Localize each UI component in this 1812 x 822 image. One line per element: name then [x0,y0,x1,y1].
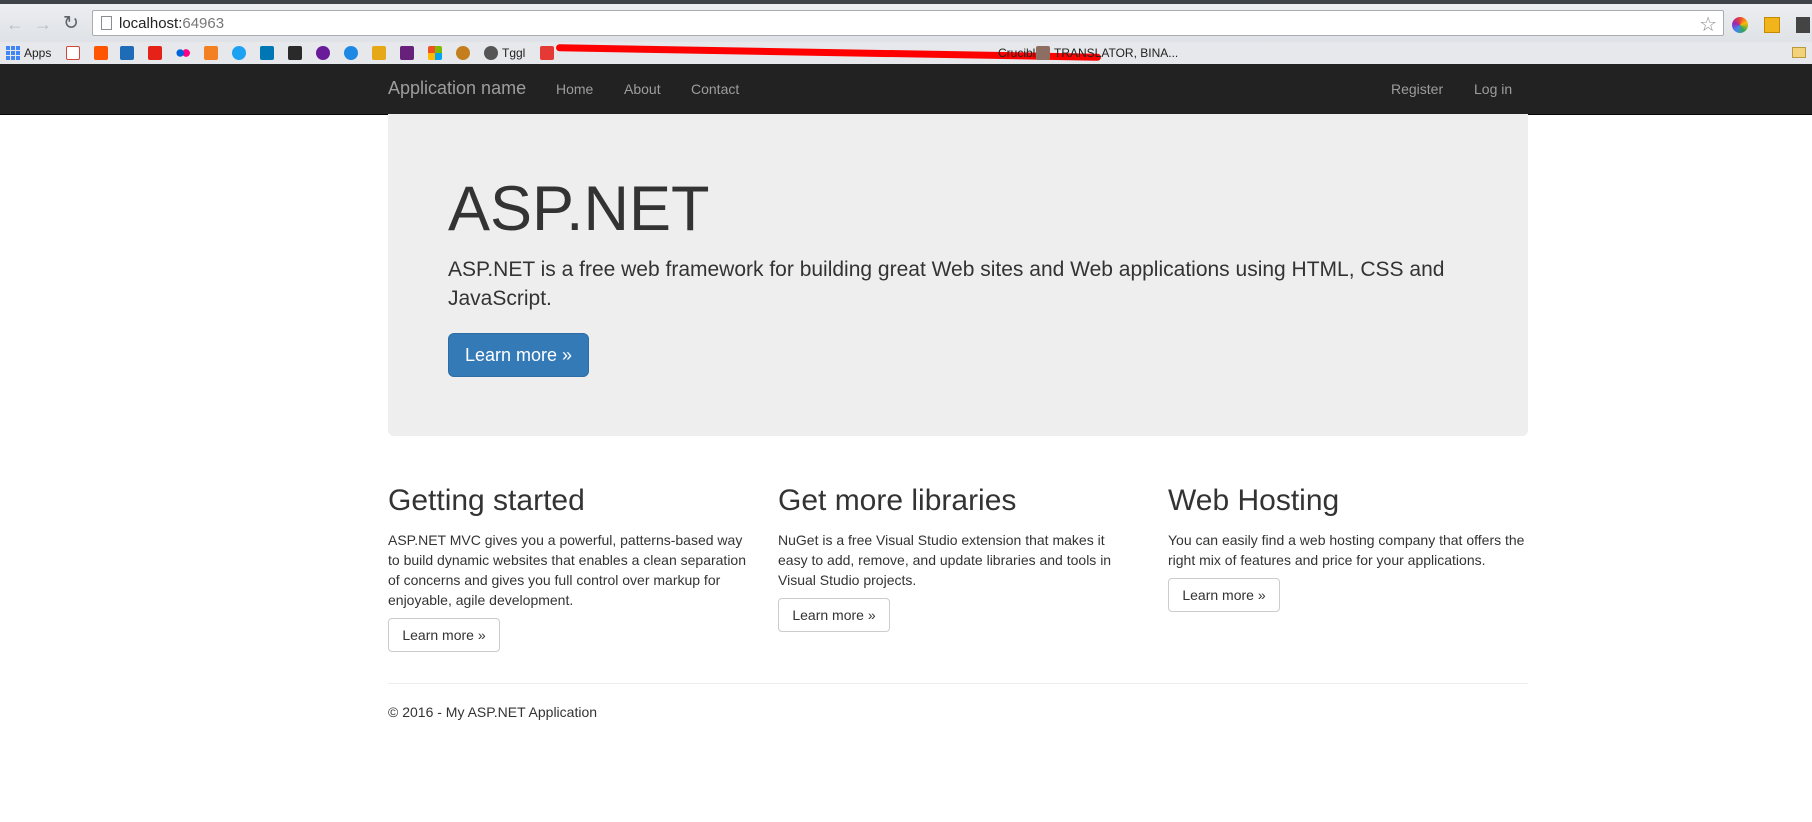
soundcloud-icon[interactable] [94,45,108,61]
nav-home[interactable]: Home [556,81,593,97]
nav-register[interactable]: Register [1391,81,1443,97]
gear-bookmark-icon[interactable] [456,45,470,61]
back-arrow-icon[interactable]: ← [6,15,24,33]
learn-more-libraries-button[interactable]: Learn more » [778,598,890,632]
bookmark-toggl[interactable]: Tggl [484,45,525,61]
bookmark-translator[interactable]: TRANSLATOR, BINA... [1036,45,1178,61]
column-heading: Web Hosting [1168,484,1340,517]
toggl-icon [484,46,498,60]
other-bookmarks-folder-icon[interactable] [1792,47,1806,58]
forward-arrow-icon[interactable]: → [34,15,52,33]
url-port: 64963 [182,15,225,32]
column-getting-started: Getting started ASP.NET MVC gives you a … [388,484,748,610]
jumbotron: ASP.NET ASP.NET is a free web framework … [388,114,1528,436]
dl-bookmark-icon[interactable] [120,45,134,61]
footer-text: © 2016 - My ASP.NET Application [388,704,598,720]
linkedin-icon[interactable] [260,45,274,61]
jumbotron-lead: ASP.NET is a free web framework for buil… [448,258,1445,310]
color-picker-extension-icon[interactable] [1732,17,1748,33]
learn-more-getting-started-button[interactable]: Learn more » [388,618,500,652]
column-text: NuGet is a free Visual Studio extension … [778,532,1112,588]
browser-toolbar: ← → ↻ localhost:64963 ☆ [0,4,1812,43]
twitter-icon[interactable] [232,45,246,61]
column-text: You can easily find a web hosting compan… [1168,532,1525,568]
bookmarks-bar: Apps Tggl Crucible TRANSLATOR, BINA... [0,42,1812,65]
url-host: localhost: [119,15,183,32]
address-bar[interactable]: localhost:64963 ☆ [92,10,1724,36]
reload-icon[interactable]: ↻ [62,14,80,33]
microsoft-icon[interactable] [428,45,442,61]
gmail-icon[interactable] [66,45,80,61]
bookmark-toggl-label: Tggl [502,46,526,60]
bookmark-translator-label: TRANSLATOR, BINA... [1054,46,1179,60]
nav-login[interactable]: Log in [1474,81,1512,97]
menu-icon[interactable] [1796,17,1810,33]
apps-grid-icon [6,46,20,60]
column-heading: Get more libraries [778,484,1017,517]
st-bookmark-icon[interactable] [288,45,302,61]
jumbotron-title: ASP.NET [448,174,710,244]
extension-icon[interactable] [1764,17,1780,33]
flickr-icon[interactable] [176,45,190,61]
bookmark-apps[interactable]: Apps [6,45,51,61]
red-bookmark-icon[interactable] [540,45,554,61]
share-bookmark-icon[interactable] [344,45,358,61]
learn-more-primary-button[interactable]: Learn more » [448,333,589,377]
column-heading: Getting started [388,484,585,517]
column-get-more-libraries: Get more libraries NuGet is a free Visua… [778,484,1138,590]
footer-divider [388,683,1528,684]
box-bookmark-icon[interactable] [372,45,386,61]
column-web-hosting: Web Hosting You can easily find a web ho… [1168,484,1528,570]
nav-about[interactable]: About [624,81,661,97]
learn-more-hosting-button[interactable]: Learn more » [1168,578,1280,612]
site-navbar: Application name Home About Contact Regi… [0,64,1812,115]
youtube-icon[interactable] [148,45,162,61]
navbar-brand[interactable]: Application name [388,78,526,99]
column-text: ASP.NET MVC gives you a powerful, patter… [388,532,746,608]
bookmark-star-icon[interactable]: ☆ [1699,12,1717,37]
stackoverflow-icon[interactable] [204,45,218,61]
purple-circle-icon[interactable] [316,45,330,61]
translator-icon [1036,46,1050,60]
url-text: localhost:64963 [119,15,224,32]
nav-contact[interactable]: Contact [691,81,739,97]
bookmark-apps-label: Apps [24,46,52,60]
visual-studio-icon[interactable] [400,45,414,61]
page-icon [101,16,112,30]
